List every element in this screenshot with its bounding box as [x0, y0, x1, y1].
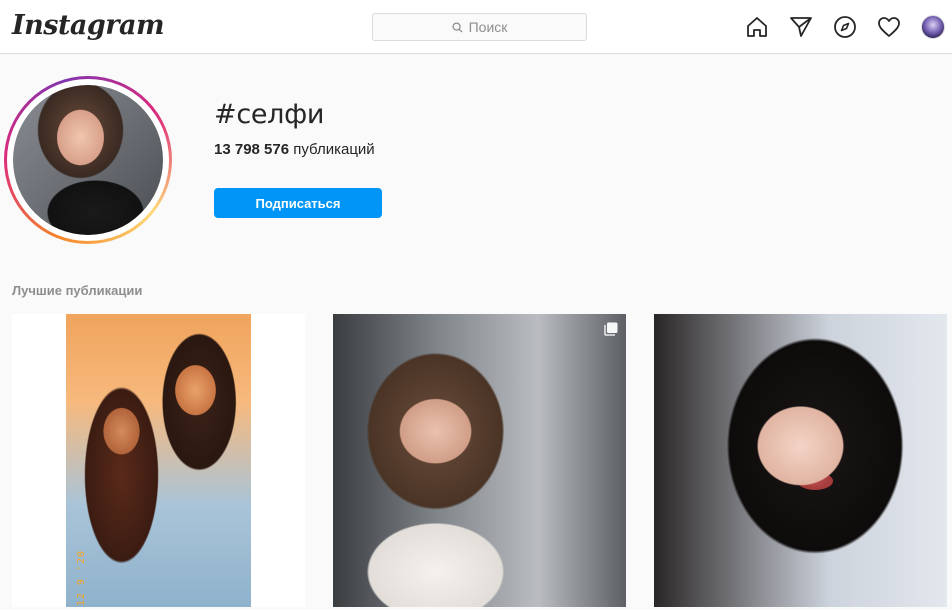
hashtag-avatar-ring	[4, 76, 172, 244]
hashtag-header: #селфи 13 798 576 публикаций Подписаться	[0, 54, 952, 274]
search-placeholder: Поиск	[468, 19, 508, 35]
profile-avatar[interactable]	[920, 14, 946, 40]
instagram-logo[interactable]: Instagram	[12, 10, 165, 41]
search-input[interactable]: Поиск	[372, 13, 587, 41]
home-icon[interactable]	[744, 14, 770, 40]
post-count-suffix: публикаций	[289, 141, 375, 158]
photo-date-stamp: 12 9 '20	[76, 550, 87, 607]
hashtag-avatar-frame	[7, 79, 169, 241]
avatar	[921, 15, 945, 39]
post-tile[interactable]: 12 9 '20	[12, 314, 305, 607]
post-image	[66, 314, 251, 607]
search-icon	[452, 21, 463, 33]
post-count: 13 798 576 публикаций	[214, 141, 375, 158]
direct-send-icon[interactable]	[788, 14, 814, 40]
post-tile[interactable]	[654, 314, 947, 607]
explore-compass-icon[interactable]	[832, 14, 858, 40]
post-count-value: 13 798 576	[214, 141, 290, 158]
top-posts-label: Лучшие публикации	[12, 283, 143, 298]
top-navigation-bar: Instagram Поиск	[0, 0, 952, 54]
activity-heart-icon[interactable]	[876, 14, 902, 40]
top-posts-grid: 12 9 '20	[12, 314, 952, 610]
nav-icons	[744, 14, 946, 40]
follow-button[interactable]: Подписаться	[214, 188, 382, 218]
hashtag-title: #селфи	[214, 99, 325, 130]
post-tile[interactable]	[333, 314, 626, 607]
hashtag-avatar-photo	[13, 85, 163, 235]
multiple-photos-icon	[604, 322, 618, 336]
